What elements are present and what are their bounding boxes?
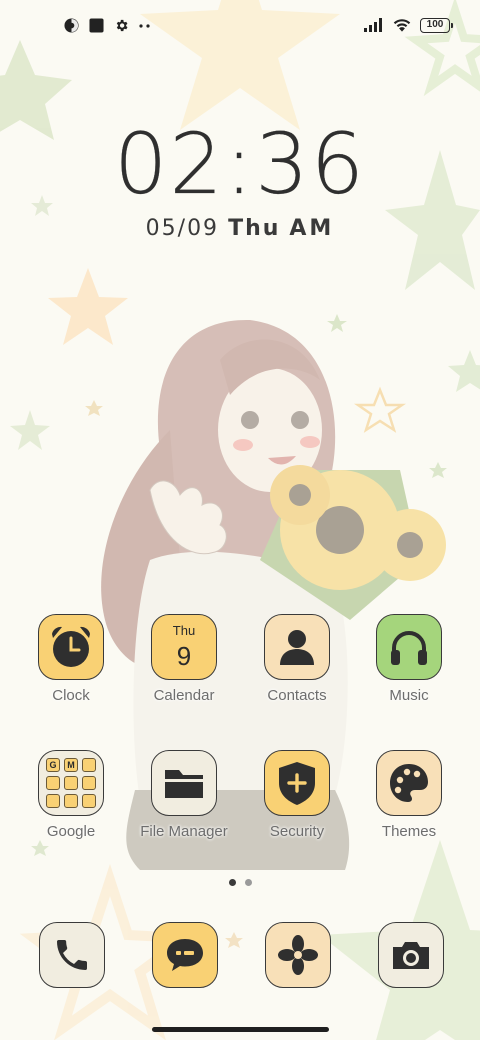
drive-mini-icon bbox=[64, 776, 78, 790]
app-label: Google bbox=[46, 823, 96, 840]
app-label: Themes bbox=[381, 823, 437, 840]
headphones-icon bbox=[391, 631, 427, 665]
app-clock-icon-tile[interactable] bbox=[38, 614, 104, 680]
chrome-mini-icon bbox=[82, 776, 96, 790]
status-bar-left bbox=[64, 18, 151, 33]
app-label: Security bbox=[269, 823, 325, 840]
dock-phone[interactable] bbox=[37, 922, 107, 988]
clock-date: 05/09 bbox=[145, 216, 220, 241]
app-security[interactable]: Security bbox=[247, 750, 347, 840]
star-tiny-2 bbox=[429, 462, 447, 478]
app-label: File Manager bbox=[140, 823, 228, 840]
more-dots-icon bbox=[139, 23, 150, 28]
dock-messages-icon-tile[interactable] bbox=[152, 922, 218, 988]
vpn-icon bbox=[64, 18, 79, 33]
star-outline-yellow bbox=[353, 386, 407, 433]
google-app-mini-icon: G bbox=[46, 758, 60, 772]
photos-mini-icon bbox=[64, 794, 78, 808]
square-notification-icon bbox=[89, 18, 104, 33]
clock-time: 02:36 bbox=[113, 115, 367, 213]
google-folder-icon[interactable]: G M bbox=[38, 750, 104, 816]
app-file-manager-icon-tile[interactable] bbox=[151, 750, 217, 816]
app-music-icon-tile[interactable] bbox=[376, 614, 442, 680]
phone-icon bbox=[57, 940, 87, 970]
settings-gear-icon bbox=[116, 19, 128, 32]
star-tiny-3 bbox=[225, 932, 243, 948]
app-themes[interactable]: Themes bbox=[359, 750, 459, 840]
message-bubble-icon bbox=[167, 939, 203, 971]
dock-gallery-icon-tile[interactable] bbox=[265, 922, 331, 988]
calendar-icon[interactable]: Thu 9 bbox=[151, 614, 217, 680]
calendar-date: 9 bbox=[176, 641, 192, 671]
app-label: Clock bbox=[52, 687, 90, 704]
star-tiny-4 bbox=[31, 840, 49, 856]
flower-icon bbox=[278, 935, 318, 975]
app-label: Music bbox=[389, 687, 429, 704]
app-calendar[interactable]: Thu 9 Calendar bbox=[134, 614, 234, 704]
status-bar-right: 100 bbox=[364, 17, 453, 33]
dock-camera[interactable] bbox=[376, 922, 446, 988]
google-folder-grid: G M bbox=[46, 758, 96, 808]
app-contacts[interactable]: Contacts bbox=[247, 614, 347, 704]
app-clock[interactable]: Clock bbox=[21, 614, 121, 704]
folder-icon bbox=[165, 770, 203, 798]
star-green-small bbox=[10, 410, 50, 450]
maps-mini-icon bbox=[82, 758, 96, 772]
signal-bars-icon bbox=[364, 18, 382, 32]
app-label: Calendar bbox=[153, 687, 215, 704]
duo-mini-icon bbox=[46, 794, 60, 808]
app-security-icon-tile[interactable] bbox=[264, 750, 330, 816]
camera-icon bbox=[393, 942, 429, 969]
home-gesture-bar[interactable] bbox=[152, 1027, 329, 1032]
clock-ampm: AM bbox=[289, 216, 335, 241]
calendar-day: Thu bbox=[172, 623, 196, 638]
star-tiny-5 bbox=[85, 400, 103, 416]
clock-widget[interactable]: 02:36 05/09 Thu AM bbox=[0, 118, 480, 241]
shield-plus-icon bbox=[279, 762, 315, 805]
battery-icon: 100 bbox=[420, 17, 453, 33]
wifi-icon bbox=[393, 19, 411, 32]
star-tiny-1 bbox=[327, 314, 347, 332]
dock-gallery[interactable] bbox=[263, 922, 333, 988]
clock-weekday: Thu bbox=[228, 216, 281, 241]
alarm-clock-icon bbox=[52, 626, 90, 667]
app-file-manager[interactable]: File Manager bbox=[134, 750, 234, 840]
app-themes-icon-tile[interactable] bbox=[376, 750, 442, 816]
page-dot[interactable] bbox=[245, 879, 252, 886]
dock-messages[interactable] bbox=[150, 922, 220, 988]
app-label: Contacts bbox=[267, 687, 327, 704]
app-music[interactable]: Music bbox=[359, 614, 459, 704]
gmail-mini-icon: M bbox=[64, 758, 78, 772]
star-peach bbox=[48, 268, 128, 345]
palette-icon bbox=[390, 764, 428, 802]
app-google-folder[interactable]: G M Google bbox=[21, 750, 121, 840]
dock-phone-icon-tile[interactable] bbox=[39, 922, 105, 988]
youtube-mini-icon bbox=[46, 776, 60, 790]
star-green-mid-right bbox=[448, 350, 480, 392]
page-dot-active[interactable] bbox=[229, 879, 236, 886]
person-icon bbox=[280, 630, 314, 665]
battery-level: 100 bbox=[426, 18, 444, 30]
app-contacts-icon-tile[interactable] bbox=[264, 614, 330, 680]
status-bar: 100 bbox=[0, 0, 480, 56]
clock-date-line: 05/09 Thu AM bbox=[0, 216, 480, 241]
dock-camera-icon-tile[interactable] bbox=[378, 922, 444, 988]
play-store-mini-icon bbox=[82, 794, 96, 808]
page-indicator[interactable] bbox=[229, 879, 252, 886]
